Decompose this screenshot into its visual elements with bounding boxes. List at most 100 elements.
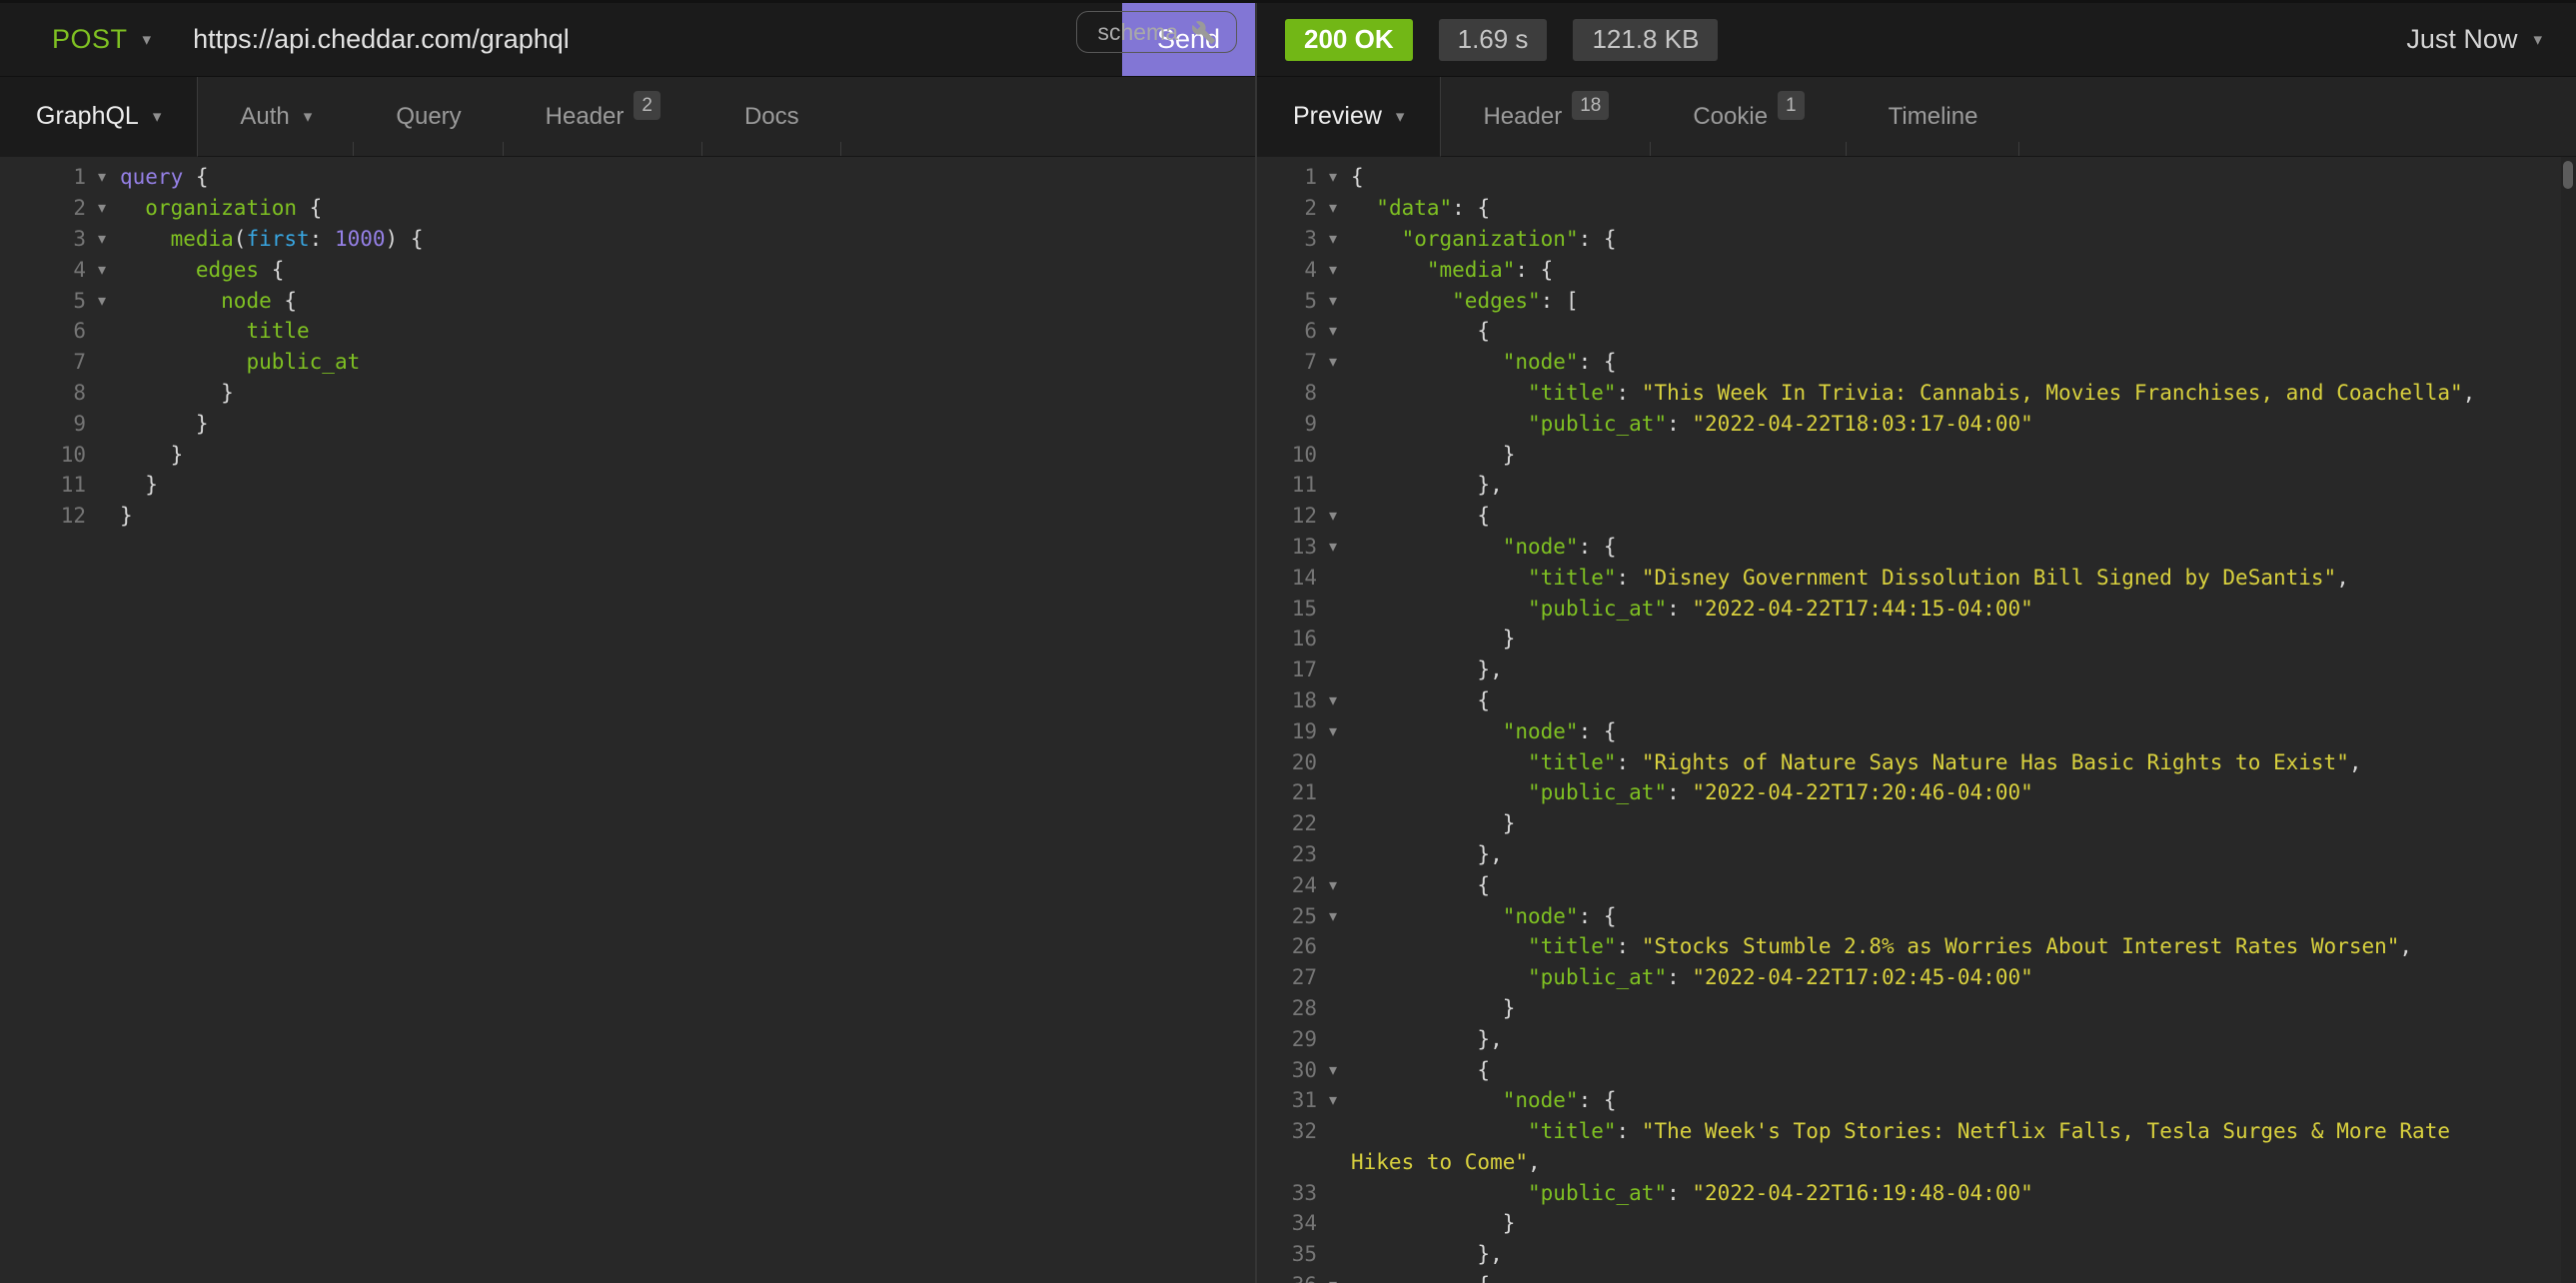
- code-token: : {: [1579, 1088, 1617, 1112]
- fold-arrow-icon[interactable]: ▾: [1317, 321, 1349, 341]
- response-preview-editor[interactable]: 1▾{2▾ "data": {3▾ "organization": {4▾ "m…: [1257, 157, 2576, 1283]
- fold-arrow-icon[interactable]: ▾: [1317, 537, 1349, 557]
- fold-arrow-icon[interactable]: ▾: [1317, 352, 1349, 372]
- line-number: 23: [1257, 842, 1317, 866]
- code-token: : {: [1579, 904, 1617, 928]
- line-number: 25: [1257, 904, 1317, 928]
- code-token: [1351, 350, 1503, 374]
- line-number: 14: [1257, 566, 1317, 590]
- code-token: Hikes to Come": [1351, 1150, 1528, 1174]
- code-token: {: [1351, 1273, 1490, 1283]
- fold-arrow-icon[interactable]: ▾: [1317, 721, 1349, 741]
- code-text: query {: [118, 165, 1255, 189]
- code-text: "title": "This Week In Trivia: Cannabis,…: [1349, 381, 2576, 405]
- code-token: :: [1617, 934, 1642, 958]
- schema-button-label: schema: [1097, 19, 1178, 46]
- method-dropdown[interactable]: POST ▾: [52, 24, 151, 55]
- tab-label: Header: [1483, 103, 1562, 131]
- code-token: : {: [1579, 227, 1617, 251]
- code-token: ,: [2399, 934, 2412, 958]
- line-number: 9: [0, 412, 86, 436]
- tab-docs[interactable]: Docs: [702, 77, 841, 156]
- line-number: 5: [0, 289, 86, 313]
- code-text: },: [1349, 1027, 2576, 1051]
- code-token: "Disney Government Dissolution Bill Sign…: [1642, 566, 2336, 590]
- code-token: "edges": [1452, 289, 1541, 313]
- code-text: },: [1349, 1242, 2576, 1266]
- code-line: 5▾ "edges": [: [1257, 285, 2576, 316]
- code-token: [1351, 934, 1528, 958]
- code-token: {: [259, 258, 284, 282]
- schema-button[interactable]: schema: [1076, 11, 1237, 53]
- tab-body-type-graphql[interactable]: GraphQL ▾: [0, 77, 198, 157]
- tab-query[interactable]: Query: [354, 77, 503, 156]
- line-number: 4: [0, 258, 86, 282]
- code-token: }: [120, 504, 133, 528]
- code-line: 7▾ "node": {: [1257, 347, 2576, 378]
- tab-auth[interactable]: Auth ▾: [198, 77, 354, 156]
- line-number: 3: [1257, 227, 1317, 251]
- graphql-query-editor[interactable]: 1▾query {2▾ organization {3▾ media(first…: [0, 157, 1255, 1283]
- code-token: 1000: [335, 227, 386, 251]
- fold-arrow-icon[interactable]: ▾: [1317, 506, 1349, 526]
- line-number: 2: [1257, 196, 1317, 220]
- fold-arrow-icon[interactable]: ▾: [1317, 875, 1349, 895]
- code-text: }: [1349, 1211, 2576, 1235]
- code-token: }: [1351, 1211, 1515, 1235]
- fold-arrow-icon[interactable]: ▾: [1317, 167, 1349, 187]
- tab-preview[interactable]: Preview ▾: [1257, 77, 1441, 157]
- line-number: 10: [0, 443, 86, 467]
- tab-header-response[interactable]: Header 18: [1441, 77, 1651, 156]
- chevron-down-icon: ▾: [143, 31, 152, 48]
- code-text: "title": "Disney Government Dissolution …: [1349, 566, 2576, 590]
- fold-arrow-icon[interactable]: ▾: [1317, 1090, 1349, 1110]
- code-token: }: [120, 412, 209, 436]
- fold-arrow-icon[interactable]: ▾: [86, 167, 118, 187]
- code-token: },: [1351, 842, 1503, 866]
- fold-arrow-icon[interactable]: ▾: [86, 260, 118, 280]
- fold-arrow-icon[interactable]: ▾: [1317, 1275, 1349, 1283]
- fold-arrow-icon[interactable]: ▾: [1317, 260, 1349, 280]
- fold-arrow-icon[interactable]: ▾: [1317, 690, 1349, 710]
- code-text: },: [1349, 473, 2576, 497]
- code-token: "public_at": [1528, 1181, 1667, 1205]
- line-number: 13: [1257, 535, 1317, 559]
- fold-arrow-icon[interactable]: ▾: [1317, 198, 1349, 218]
- code-token: (: [234, 227, 247, 251]
- code-line: 3▾ "organization": {: [1257, 224, 2576, 255]
- code-text: },: [1349, 657, 2576, 681]
- code-line: 32 "title": "The Week's Top Stories: Net…: [1257, 1116, 2576, 1147]
- history-dropdown[interactable]: Just Now ▾: [2406, 24, 2542, 55]
- tab-label: Cookie: [1693, 103, 1768, 131]
- code-text: }: [118, 504, 1255, 528]
- method-label: POST: [52, 24, 128, 55]
- fold-arrow-icon[interactable]: ▾: [86, 291, 118, 311]
- fold-arrow-icon[interactable]: ▾: [86, 198, 118, 218]
- code-line: 35 },: [1257, 1239, 2576, 1270]
- line-number: 12: [0, 504, 86, 528]
- code-token: },: [1351, 1027, 1503, 1051]
- line-number: 26: [1257, 934, 1317, 958]
- line-number: 11: [0, 473, 86, 497]
- code-token: [1351, 227, 1402, 251]
- tab-cookie[interactable]: Cookie 1: [1651, 77, 1846, 156]
- code-token: : {: [1579, 719, 1617, 743]
- scrollbar-thumb[interactable]: [2563, 161, 2573, 189]
- url-input[interactable]: https://api.cheddar.com/graphql: [193, 24, 570, 55]
- tab-header-request[interactable]: Header 2: [504, 77, 702, 156]
- fold-arrow-icon[interactable]: ▾: [1317, 291, 1349, 311]
- code-text: }: [118, 473, 1255, 497]
- tab-timeline[interactable]: Timeline: [1847, 77, 2020, 156]
- fold-arrow-icon[interactable]: ▾: [86, 229, 118, 249]
- code-token: ) {: [386, 227, 424, 251]
- code-token: "Stocks Stumble 2.8% as Worries About In…: [1642, 934, 2400, 958]
- code-text: "title": "Rights of Nature Says Nature H…: [1349, 750, 2576, 774]
- fold-arrow-icon[interactable]: ▾: [1317, 1060, 1349, 1080]
- code-line: 7 public_at: [0, 347, 1255, 378]
- code-token: }: [1351, 996, 1515, 1020]
- scrollbar-track[interactable]: [2561, 157, 2576, 1283]
- fold-arrow-icon[interactable]: ▾: [1317, 906, 1349, 926]
- fold-arrow-icon[interactable]: ▾: [1317, 229, 1349, 249]
- code-text: media(first: 1000) {: [118, 227, 1255, 251]
- line-number: 9: [1257, 412, 1317, 436]
